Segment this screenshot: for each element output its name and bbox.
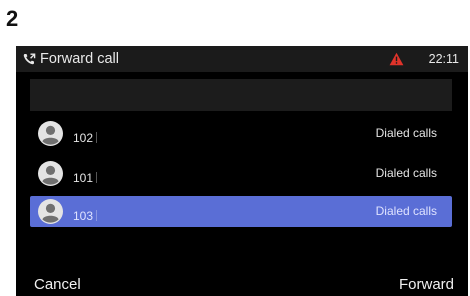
- warning-icon[interactable]: [389, 52, 404, 66]
- list-item[interactable]: 102 Dialed calls: [30, 118, 452, 149]
- list-item-selected[interactable]: 103 Dialed calls: [30, 196, 452, 227]
- softkey-bar: Cancel Forward: [16, 274, 468, 296]
- contact-avatar-icon: [38, 161, 63, 186]
- call-type-label: Dialed calls: [375, 166, 437, 180]
- forward-call-icon: [22, 52, 36, 66]
- phone-screen: Forward call 22:11 102 Dialed calls 101 …: [16, 46, 468, 296]
- contact-number: 102: [73, 131, 97, 145]
- cancel-softkey[interactable]: Cancel: [34, 275, 81, 295]
- contact-number: 103: [73, 209, 97, 223]
- contact-number: 101: [73, 171, 97, 185]
- screen-title: Forward call: [40, 51, 119, 67]
- list-item[interactable]: 101 Dialed calls: [30, 158, 452, 189]
- step-number: 2: [6, 6, 19, 31]
- screen-title-area: Forward call: [22, 49, 119, 69]
- contact-avatar-icon: [38, 199, 63, 224]
- status-bar: Forward call 22:11: [16, 46, 468, 72]
- call-type-label: Dialed calls: [375, 126, 437, 140]
- contact-avatar-icon: [38, 121, 63, 146]
- number-input[interactable]: [30, 79, 452, 111]
- clock: 22:11: [428, 52, 459, 66]
- call-type-label: Dialed calls: [375, 204, 437, 218]
- forward-softkey[interactable]: Forward: [399, 275, 454, 295]
